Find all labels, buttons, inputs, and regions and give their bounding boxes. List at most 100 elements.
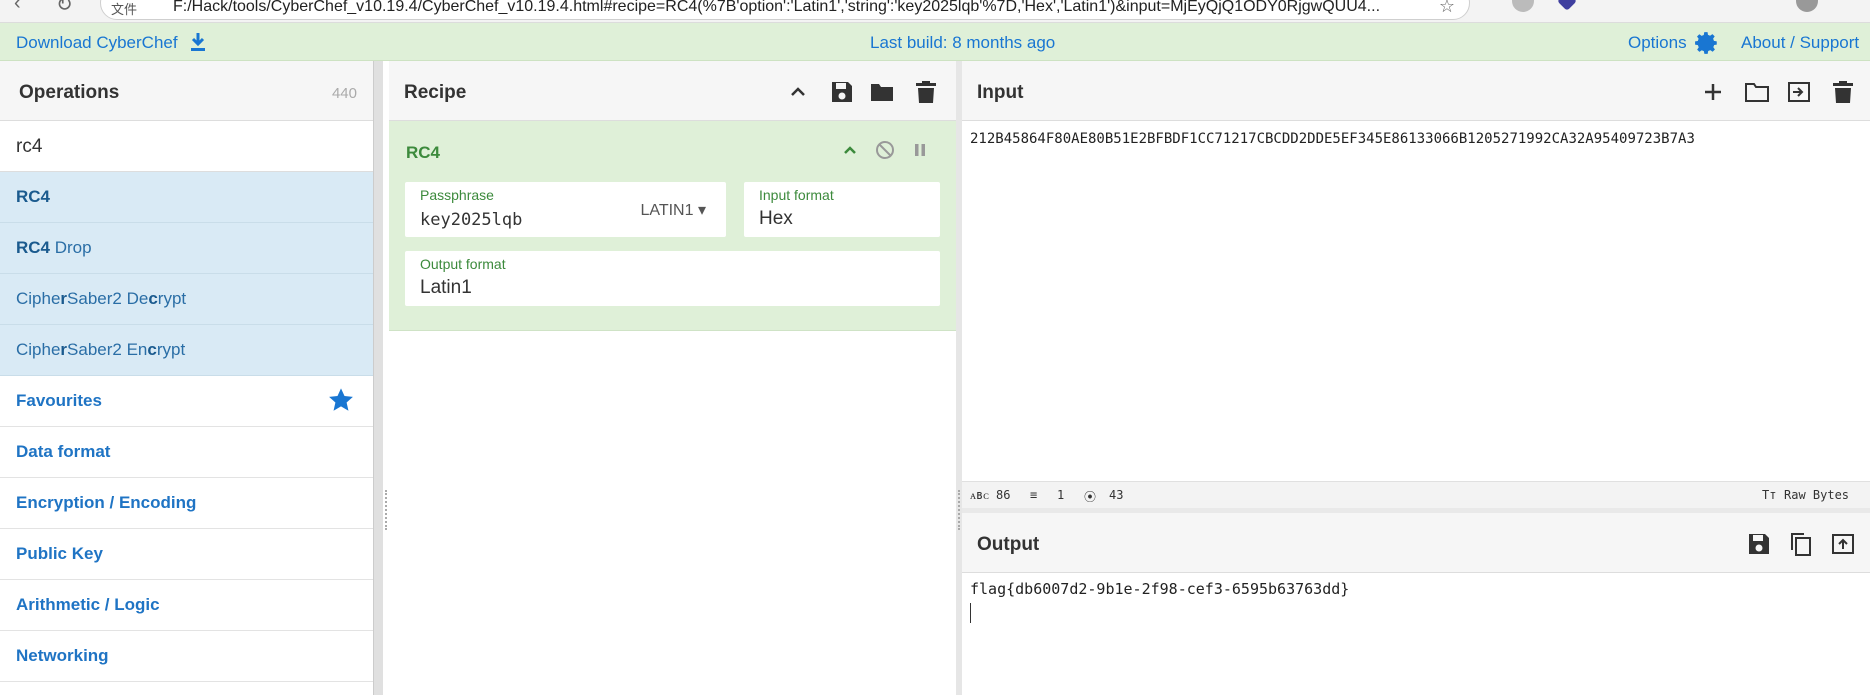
input-header: Input [962,61,1870,121]
operations-title: Operations [19,82,120,103]
passphrase-label: Passphrase [420,187,494,203]
search-result-rc4[interactable]: RC4 [0,172,373,223]
lines-icon: ≡ [1030,488,1038,502]
search-result-ciphersaber2-encrypt[interactable]: CipherSaber2 Encrypt [0,325,373,376]
search-result-rc4-drop[interactable]: RC4 Drop [0,223,373,274]
input-textarea[interactable]: 212B45864F80AE80B51E2BFBDF1CC71217CBCDD2… [970,131,1695,147]
category-label: Public Key [16,544,103,563]
result-text: Ciphe [16,340,61,359]
save-icon[interactable] [829,79,855,105]
result-text: Drop [50,238,92,257]
recipe-panel: Recipe RC4 Passphrase key2025lqb LATIN1 … [389,61,956,695]
save-icon[interactable] [1746,531,1772,557]
open-file-icon[interactable] [1786,79,1812,105]
search-input[interactable] [16,133,356,161]
output-panel: Output flag{db6007d2-9b1e-2f98-cef3-6595… [962,513,1870,695]
passphrase-encoding-dropdown[interactable]: LATIN1 ▾ [640,200,706,220]
input-format-label: Input format [759,187,834,203]
output-header: Output [962,513,1870,573]
options-link[interactable]: Options [1628,33,1687,53]
bookmark-star-icon[interactable]: ☆ [1439,0,1455,17]
chevron-up-icon[interactable] [838,138,862,162]
char-count-icon: ᴀʙᴄ [970,488,989,502]
url-text[interactable]: F:/Hack/tools/CyberChef_v10.19.4/CyberCh… [173,0,1413,16]
category-label: Favourites [16,391,102,410]
line-count: 1 [1057,488,1065,502]
add-tab-icon[interactable] [1700,79,1726,105]
input-format-field[interactable]: Input format Hex [744,182,940,237]
disable-icon[interactable] [873,138,897,162]
browser-toolbar: ‹ ↻ 文件 F:/Hack/tools/CyberChef_v10.19.4/… [0,0,1870,23]
replace-input-icon[interactable] [1830,531,1856,557]
extension-icon[interactable] [1512,0,1534,12]
match-text: c [148,289,158,308]
input-status-bar: ᴀʙᴄ 86 ≡ 1 ⦿ 43 Tт Raw Bytes [962,481,1870,508]
output-title: Output [977,534,1040,555]
chevron-up-icon[interactable] [785,79,811,105]
category-data-format[interactable]: Data format [0,427,373,478]
search-box [0,121,373,172]
folder-icon[interactable] [869,79,895,105]
category-label: Data format [16,442,111,461]
operations-header: Operations 440 [0,61,373,121]
encoding-format[interactable]: Raw Bytes [1784,488,1849,502]
category-favourites[interactable]: Favourites [0,376,373,427]
cursor-position-icon: ⦿ [1084,490,1097,504]
text-cursor [970,603,971,623]
passphrase-value[interactable]: key2025lqb [420,210,522,230]
resize-grip[interactable] [958,490,960,530]
trash-icon[interactable] [913,79,939,105]
profile-avatar[interactable] [1796,0,1818,12]
result-text: Ciphe [16,289,61,308]
match-text: c [147,340,157,359]
operations-list: RC4 RC4 Drop CipherSaber2 Decrypt Cipher… [0,172,373,682]
output-textarea[interactable]: flag{db6007d2-9b1e-2f98-cef3-6595b63763d… [970,580,1349,598]
match-text: RC4 [16,238,51,257]
star-icon [329,388,353,411]
trash-icon[interactable] [1830,79,1856,105]
category-public-key[interactable]: Public Key [0,529,373,580]
category-encryption-encoding[interactable]: Encryption / Encoding [0,478,373,529]
operations-count: 440 [331,85,357,102]
recipe-header: Recipe [389,61,956,121]
download-link[interactable]: Download CyberChef [16,33,178,53]
open-folder-icon[interactable] [1744,79,1770,105]
output-format-value: Latin1 [420,277,472,298]
banner: Download CyberChef Last build: 8 months … [0,23,1870,61]
extension-icon[interactable] [1557,0,1577,11]
address-bar[interactable]: 文件 F:/Hack/tools/CyberChef_v10.19.4/Cybe… [100,0,1470,20]
input-panel: Input 212B45864F80AE80B51E2BFBDF1CC71217… [962,61,1870,508]
char-count: 86 [996,488,1011,502]
operation-name: RC4 [406,143,441,162]
category-label: Encryption / Encoding [16,493,197,512]
copy-icon[interactable] [1788,531,1814,557]
text-format-icon: Tт [1762,488,1777,502]
refresh-icon[interactable]: ↻ [56,0,73,17]
result-text: rypt [157,289,187,308]
output-format-label: Output format [420,256,506,272]
security-label: 文件 [111,2,138,17]
resize-grip[interactable] [385,490,387,530]
back-icon[interactable]: ‹ [14,0,21,15]
input-title: Input [977,82,1024,103]
category-arithmetic-logic[interactable]: Arithmetic / Logic [0,580,373,631]
download-icon[interactable] [188,31,208,53]
about-support-link[interactable]: About / Support [1741,33,1859,53]
result-text: Saber2 En [67,340,148,359]
cursor-position: 43 [1109,488,1124,502]
last-build-text: Last build: 8 months ago [870,33,1056,52]
recipe-title: Recipe [404,82,467,103]
result-text: rypt [156,340,186,359]
output-format-field[interactable]: Output format Latin1 [405,251,940,306]
passphrase-field[interactable]: Passphrase key2025lqb LATIN1 ▾ [405,182,726,237]
category-networking[interactable]: Networking [0,631,373,682]
gear-icon[interactable] [1694,30,1720,56]
category-label: Arithmetic / Logic [16,595,160,614]
panel-resize-handle[interactable] [373,61,383,695]
recipe-operation-rc4[interactable]: RC4 Passphrase key2025lqb LATIN1 ▾ Input… [389,121,956,331]
result-text: Saber2 De [67,289,149,308]
pause-icon[interactable] [908,138,932,162]
operations-panel: Operations 440 RC4 RC4 Drop CipherSaber2… [0,61,373,695]
search-result-ciphersaber2-decrypt[interactable]: CipherSaber2 Decrypt [0,274,373,325]
match-text: RC4 [16,187,51,206]
